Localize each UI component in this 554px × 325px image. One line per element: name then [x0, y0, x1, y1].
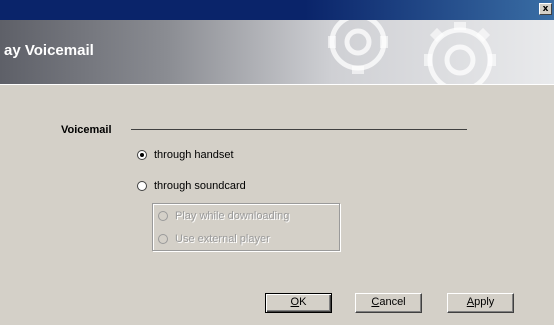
- close-button[interactable]: x: [539, 3, 552, 15]
- apply-label: pply: [474, 296, 495, 308]
- ok-accel: O: [290, 296, 300, 308]
- section-rule: [131, 129, 467, 130]
- voicemail-dialog: x ay Voicemail Voicemail through handset…: [0, 0, 554, 325]
- cancel-label: ancel: [379, 296, 406, 308]
- radio-through-handset[interactable]: through handset: [137, 149, 234, 161]
- title-bar[interactable]: x: [0, 0, 554, 20]
- radio-soundcard-icon[interactable]: [137, 181, 147, 191]
- gears-graphic: [328, 20, 496, 84]
- apply-button[interactable]: Apply: [447, 293, 514, 313]
- banner-divider: [0, 84, 554, 85]
- radio-use-external-player-icon[interactable]: [158, 234, 168, 244]
- cancel-button[interactable]: Cancel: [355, 293, 422, 313]
- radio-play-while-downloading[interactable]: Play while downloading: [158, 210, 289, 222]
- radio-use-external-player-label: Use external player: [175, 233, 270, 245]
- voicemail-section-label: Voicemail: [61, 124, 112, 136]
- apply-accel: A: [466, 296, 475, 308]
- close-icon: x: [542, 4, 549, 14]
- banner-title: ay Voicemail: [4, 42, 94, 59]
- header-banner: ay Voicemail: [0, 20, 554, 84]
- radio-play-while-downloading-label: Play while downloading: [175, 210, 290, 222]
- radio-handset-label: through handset: [154, 149, 234, 161]
- ok-label: K: [299, 296, 307, 308]
- radio-play-while-downloading-icon[interactable]: [158, 211, 168, 221]
- radio-soundcard-label: through soundcard: [154, 180, 246, 192]
- ok-button[interactable]: OK: [265, 293, 332, 313]
- radio-through-soundcard[interactable]: through soundcard: [137, 180, 246, 192]
- radio-handset-icon[interactable]: [137, 150, 147, 160]
- radio-use-external-player[interactable]: Use external player: [158, 233, 270, 245]
